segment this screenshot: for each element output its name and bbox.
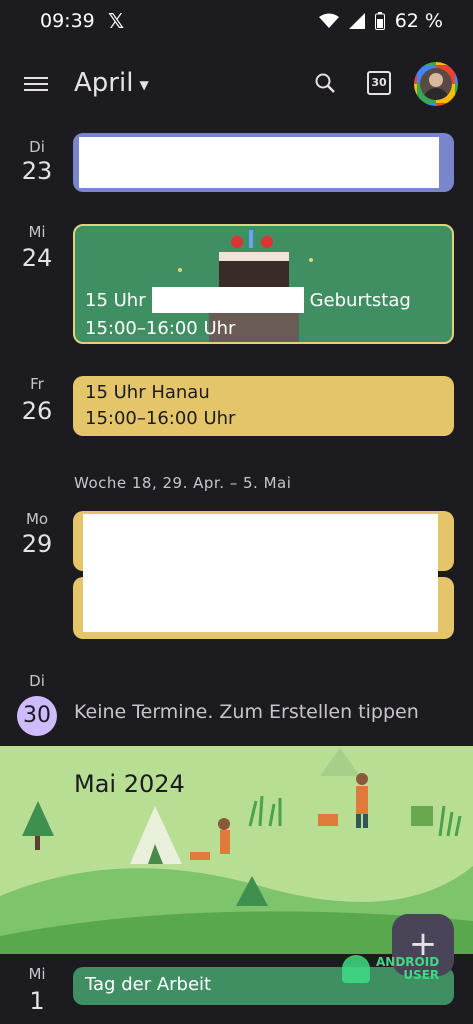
- avatar[interactable]: [414, 62, 458, 106]
- event-time: 15:00–16:00 Uhr: [85, 408, 236, 429]
- battery-icon: [374, 12, 385, 30]
- day-number: 26: [21, 397, 53, 425]
- event-card-lavender[interactable]: [73, 133, 454, 192]
- search-icon[interactable]: [314, 72, 336, 94]
- day-number: 29: [21, 530, 53, 558]
- menu-icon[interactable]: [24, 74, 48, 94]
- status-time: 09:39: [40, 10, 95, 32]
- event-card-hanau[interactable]: 15 Uhr Hanau 15:00–16:00 Uhr: [73, 376, 454, 436]
- event-title: Tag der Arbeit: [85, 974, 212, 995]
- day-number: 23: [21, 157, 53, 185]
- today-button[interactable]: 30: [367, 71, 391, 95]
- android-user-watermark: ANDROID USER: [342, 955, 439, 983]
- no-events-prompt[interactable]: Keine Termine. Zum Erstellen tippen: [74, 701, 419, 723]
- day-number: 1: [29, 987, 45, 1015]
- event-title: 15 Uhr Geburtstag: [85, 287, 411, 313]
- day-of-week: Di: [29, 138, 45, 156]
- wifi-icon: [318, 13, 339, 28]
- day-of-week: Mi: [28, 223, 46, 241]
- redacted-block: [79, 137, 439, 188]
- x-app-icon: 𝕏: [108, 9, 125, 33]
- event-time: 15:00–16:00 Uhr: [85, 318, 236, 339]
- redacted-block: [83, 514, 438, 632]
- day-of-week: Mi: [28, 965, 46, 983]
- week-label: Woche 18, 29. Apr. – 5. Mai: [74, 474, 292, 492]
- system-icons: 62 %: [318, 10, 443, 32]
- month-title: April: [74, 68, 134, 98]
- today-date-highlight: 30: [17, 696, 57, 736]
- redacted-block: [151, 287, 304, 313]
- event-title: 15 Uhr Hanau: [85, 382, 210, 403]
- month-banner-title: Mai 2024: [74, 770, 185, 798]
- dropdown-arrow-icon: ▼: [139, 78, 149, 92]
- signal-icon: [348, 13, 365, 29]
- day-of-week: Di: [29, 672, 45, 690]
- day-of-week: Fr: [30, 375, 44, 393]
- month-selector[interactable]: April ▼: [74, 68, 149, 98]
- event-card-birthday[interactable]: 15 Uhr Geburtstag 15:00–16:00 Uhr: [73, 224, 454, 344]
- day-number: 24: [21, 244, 53, 272]
- battery-percent: 62 %: [394, 10, 443, 32]
- day-of-week: Mo: [25, 510, 49, 528]
- android-robot-icon: [342, 955, 370, 983]
